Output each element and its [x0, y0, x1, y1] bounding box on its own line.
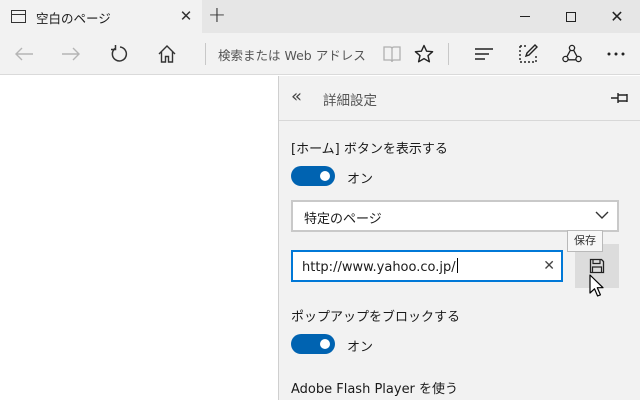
- popup-block-toggle-text: オン: [347, 340, 374, 355]
- reading-view-button[interactable]: [376, 38, 408, 70]
- tab-close-icon[interactable]: ✕: [176, 6, 196, 26]
- refresh-icon: [111, 45, 128, 62]
- new-tab-plus-icon[interactable]: +: [205, 5, 229, 29]
- back-button[interactable]: [8, 38, 40, 70]
- forward-arrow-icon: [62, 47, 80, 61]
- chevron-down-icon: [595, 211, 609, 219]
- navigation-bar: 検索または Web アドレスを入: [0, 33, 640, 75]
- home-page-select-value: 特定のページ: [304, 212, 382, 227]
- popup-block-toggle[interactable]: [291, 334, 335, 354]
- pin-button[interactable]: [609, 89, 631, 107]
- more-icon: [607, 52, 625, 56]
- window-close-button[interactable]: ✕: [594, 0, 640, 33]
- flash-player-setting-label: Adobe Flash Player を使う: [291, 382, 459, 397]
- address-placeholder: 検索または Web アドレスを入: [218, 48, 366, 63]
- star-icon: [414, 44, 434, 63]
- web-note-button[interactable]: [512, 38, 544, 70]
- favorite-button[interactable]: [408, 38, 440, 70]
- text-caret: [456, 258, 458, 273]
- minimize-icon: [520, 16, 530, 17]
- panel-divider: [279, 120, 640, 121]
- window-minimize-button[interactable]: [502, 0, 548, 33]
- home-page-select[interactable]: 特定のページ: [291, 200, 619, 232]
- share-button[interactable]: [556, 38, 588, 70]
- pin-icon: [611, 93, 628, 103]
- home-button-toggle[interactable]: [291, 166, 335, 186]
- tab-active[interactable]: 空白のページ ✕: [0, 0, 202, 33]
- save-tooltip: 保存: [567, 230, 603, 252]
- hub-button[interactable]: [468, 38, 500, 70]
- refresh-button[interactable]: [103, 38, 135, 70]
- mouse-pointer-icon: [589, 274, 604, 297]
- panel-title: 詳細設定: [323, 93, 377, 109]
- advanced-settings-panel: « 詳細設定 [ホーム] ボタンを表示する オン 特定のページ http://w…: [278, 76, 640, 400]
- address-bar[interactable]: 検索または Web アドレスを入: [218, 45, 366, 63]
- book-icon: [383, 46, 401, 63]
- home-button-setting-label: [ホーム] ボタンを表示する: [291, 142, 448, 157]
- more-button[interactable]: [600, 38, 632, 70]
- forward-button[interactable]: [55, 38, 87, 70]
- popup-block-setting-label: ポップアップをブロックする: [291, 310, 461, 325]
- home-url-value: http://www.yahoo.co.jp/: [302, 260, 456, 275]
- nav-separator: [448, 43, 449, 65]
- page-icon: [11, 10, 26, 23]
- tab-title: 空白のページ: [36, 11, 111, 26]
- page-content[interactable]: [0, 76, 278, 400]
- tab-bar: 空白のページ ✕ + ✕: [0, 0, 640, 33]
- hub-icon: [475, 48, 493, 60]
- home-button[interactable]: [151, 38, 183, 70]
- panel-back-double-chevron-left-icon[interactable]: «: [291, 86, 302, 108]
- save-icon: [589, 258, 605, 274]
- pen-note-icon: [519, 44, 538, 63]
- share-icon: [562, 44, 582, 63]
- maximize-icon: [566, 11, 576, 22]
- home-icon: [158, 45, 176, 63]
- clear-icon[interactable]: ✕: [543, 257, 555, 275]
- home-button-toggle-text: オン: [347, 172, 374, 187]
- home-url-input[interactable]: http://www.yahoo.co.jp/ ✕: [291, 250, 563, 282]
- nav-separator: [205, 43, 206, 65]
- window-maximize-button[interactable]: [548, 0, 594, 33]
- back-arrow-icon: [15, 47, 33, 61]
